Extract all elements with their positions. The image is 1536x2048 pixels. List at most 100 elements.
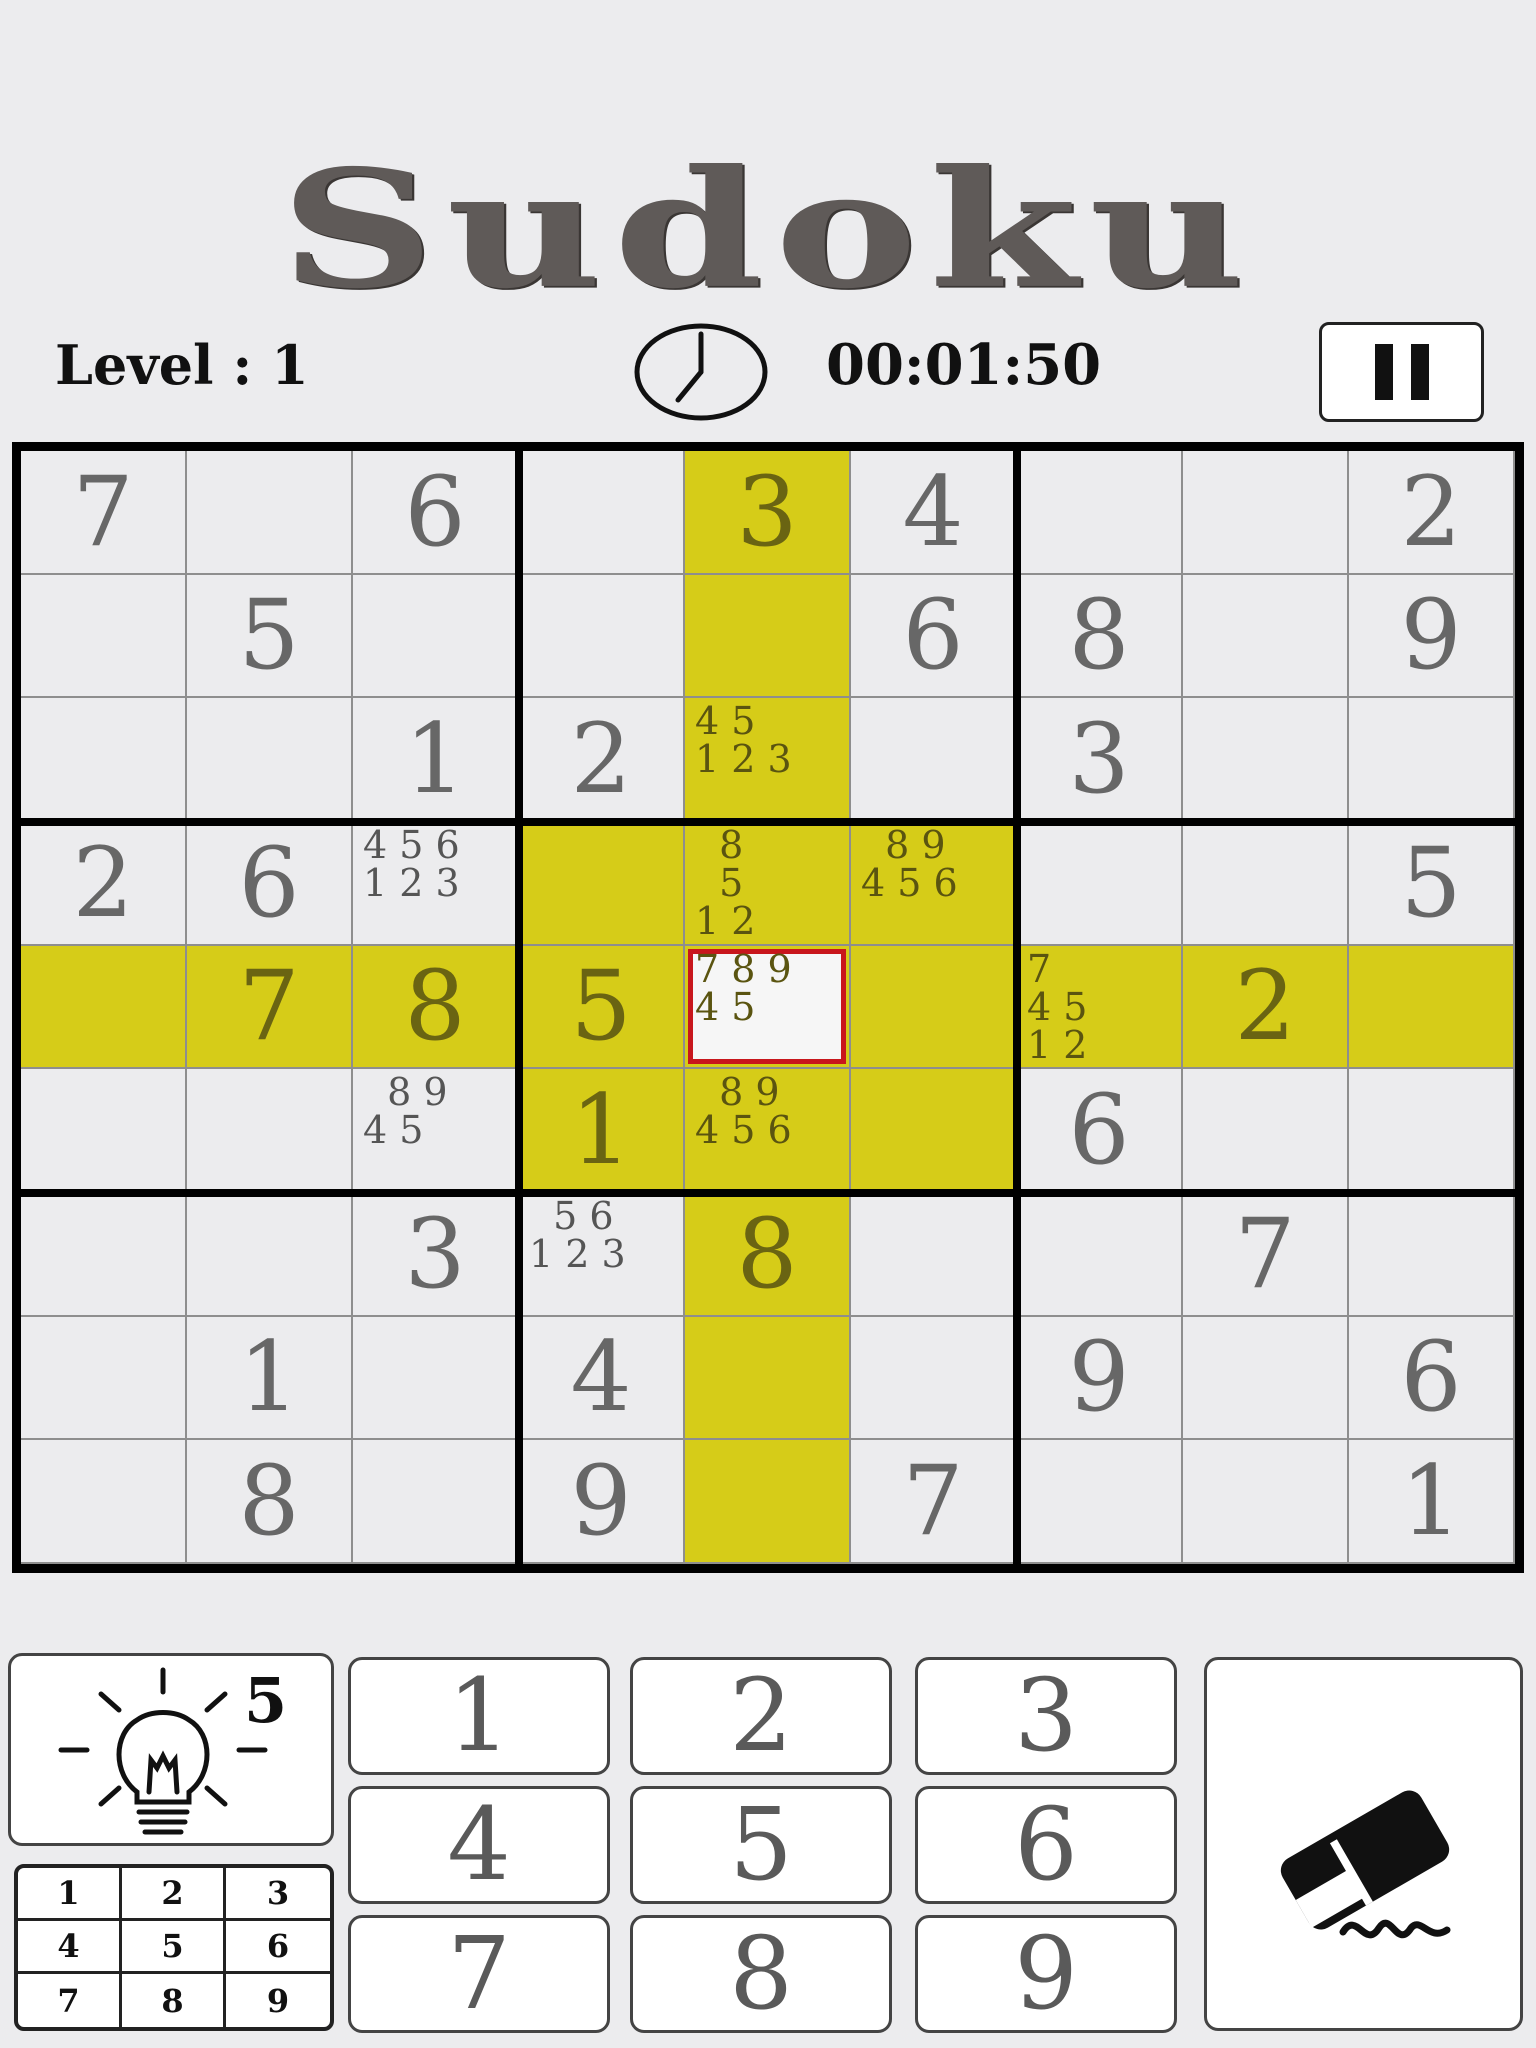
board-cell[interactable] (1183, 698, 1349, 822)
board-cell[interactable] (1349, 1069, 1515, 1193)
board-cell[interactable]: 3 (353, 1193, 519, 1317)
board-cell[interactable] (187, 1069, 353, 1193)
number-button-2[interactable]: 2 (630, 1657, 892, 1775)
board-cell[interactable] (1349, 698, 1515, 822)
number-button-5[interactable]: 5 (630, 1786, 892, 1904)
board-cell[interactable] (685, 1440, 851, 1564)
board-cell[interactable] (21, 1193, 187, 1317)
board-cell[interactable]: 8 (1017, 574, 1183, 699)
board-cell[interactable] (685, 1316, 851, 1441)
board-cell[interactable]: 5 (519, 945, 685, 1070)
board-cell[interactable] (519, 822, 685, 946)
number-button-1[interactable]: 1 (348, 1657, 610, 1775)
cell-notes: 8 9 4 5 6 (861, 823, 958, 905)
board-cell[interactable] (1017, 451, 1183, 575)
board-cell[interactable] (1183, 1440, 1349, 1564)
board-cell[interactable]: 8 (187, 1440, 353, 1564)
board-cell[interactable] (1349, 945, 1515, 1070)
board-cell[interactable]: 7 (21, 451, 187, 575)
number-button-6[interactable]: 6 (915, 1786, 1177, 1904)
board-cell[interactable] (187, 698, 353, 822)
board-cell[interactable]: 3 (685, 451, 851, 575)
number-button-9[interactable]: 9 (915, 1915, 1177, 2033)
board-cell[interactable] (353, 574, 519, 699)
board-cell[interactable] (1183, 451, 1349, 575)
number-button-8[interactable]: 8 (630, 1915, 892, 2033)
pause-button[interactable] (1319, 322, 1484, 422)
board-cell[interactable] (1017, 1440, 1183, 1564)
board-cell[interactable]: 2 (1349, 451, 1515, 575)
board-cell[interactable] (21, 1440, 187, 1564)
board-cell[interactable] (519, 451, 685, 575)
board-cell[interactable]: 6 (187, 822, 353, 946)
board-cell[interactable] (1183, 574, 1349, 699)
board-cell[interactable] (187, 1193, 353, 1317)
board-cell[interactable]: 9 (1349, 574, 1515, 699)
board-cell[interactable] (21, 945, 187, 1070)
board-cell[interactable] (21, 1069, 187, 1193)
board-cell[interactable]: 1 (519, 1069, 685, 1193)
board-cell[interactable] (21, 574, 187, 699)
board-cell[interactable] (851, 1069, 1017, 1193)
board-cell[interactable]: 8 (685, 1193, 851, 1317)
board-cell[interactable]: 8 5 1 2 (685, 822, 851, 946)
board-cell[interactable]: 6 (851, 574, 1017, 699)
number-button-3[interactable]: 3 (915, 1657, 1177, 1775)
number-button-4[interactable]: 4 (348, 1786, 610, 1904)
board-cell[interactable] (21, 1316, 187, 1441)
board-cell[interactable]: 1 (187, 1316, 353, 1441)
hint-count: 5 (244, 1664, 288, 1737)
board-cell[interactable]: 1 (1349, 1440, 1515, 1564)
notes-grid-digit: 9 (266, 1981, 290, 2020)
board-cell[interactable]: 7 (851, 1440, 1017, 1564)
cell-digit: 2 (1400, 455, 1462, 568)
board-cell[interactable]: 7 (1183, 1193, 1349, 1317)
board-cell[interactable]: 9 (519, 1440, 685, 1564)
board-cell[interactable]: 5 (1349, 822, 1515, 946)
board-cell[interactable] (1349, 1193, 1515, 1317)
board-cell[interactable]: 2 (1183, 945, 1349, 1070)
board-cell[interactable]: 4 5 6 1 2 3 (353, 822, 519, 946)
board-cell[interactable]: 7 4 5 1 2 (1017, 945, 1183, 1070)
board-cell[interactable]: 8 9 4 5 (353, 1069, 519, 1193)
board-cell[interactable]: 2 (519, 698, 685, 822)
board-cell[interactable]: 6 (1349, 1316, 1515, 1441)
board-cell[interactable] (1183, 1069, 1349, 1193)
board-cell[interactable] (851, 698, 1017, 822)
board-cell[interactable]: 4 (851, 451, 1017, 575)
board-cell[interactable]: 5 (187, 574, 353, 699)
board-cell[interactable] (187, 451, 353, 575)
board-cell[interactable]: 8 9 4 5 6 (685, 1069, 851, 1193)
board-cell[interactable]: 2 (21, 822, 187, 946)
board-cell[interactable] (1017, 822, 1183, 946)
board-cell[interactable] (519, 574, 685, 699)
board-cell[interactable]: 7 (187, 945, 353, 1070)
notes-grid-digit: 6 (226, 1921, 330, 1974)
board-cell[interactable] (1183, 822, 1349, 946)
board-cell[interactable]: 8 (353, 945, 519, 1070)
board-cell[interactable] (21, 698, 187, 822)
board-cell[interactable]: 8 9 4 5 6 (851, 822, 1017, 946)
selected-cell[interactable]: 7 8 9 4 5 (685, 945, 851, 1070)
cell-digit: 7 (902, 1445, 964, 1558)
board-cell[interactable] (851, 1316, 1017, 1441)
board-cell[interactable]: 5 6 1 2 3 (519, 1193, 685, 1317)
notes-grid-digit: 7 (18, 1974, 122, 2027)
board-cell[interactable] (851, 945, 1017, 1070)
board-cell[interactable] (1183, 1316, 1349, 1441)
board-cell[interactable] (353, 1440, 519, 1564)
board-cell[interactable]: 6 (1017, 1069, 1183, 1193)
board-cell[interactable] (1017, 1193, 1183, 1317)
board-cell[interactable] (685, 574, 851, 699)
board-cell[interactable]: 6 (353, 451, 519, 575)
erase-button[interactable] (1204, 1657, 1523, 2031)
number-button-7[interactable]: 7 (348, 1915, 610, 2033)
board-cell[interactable]: 4 (519, 1316, 685, 1441)
board-cell[interactable]: 4 5 1 2 3 (685, 698, 851, 822)
board-cell[interactable]: 1 (353, 698, 519, 822)
notes-mode-button[interactable]: 123456789 (14, 1864, 334, 2031)
board-cell[interactable]: 9 (1017, 1316, 1183, 1441)
board-cell[interactable] (353, 1316, 519, 1441)
board-cell[interactable] (851, 1193, 1017, 1317)
board-cell[interactable]: 3 (1017, 698, 1183, 822)
